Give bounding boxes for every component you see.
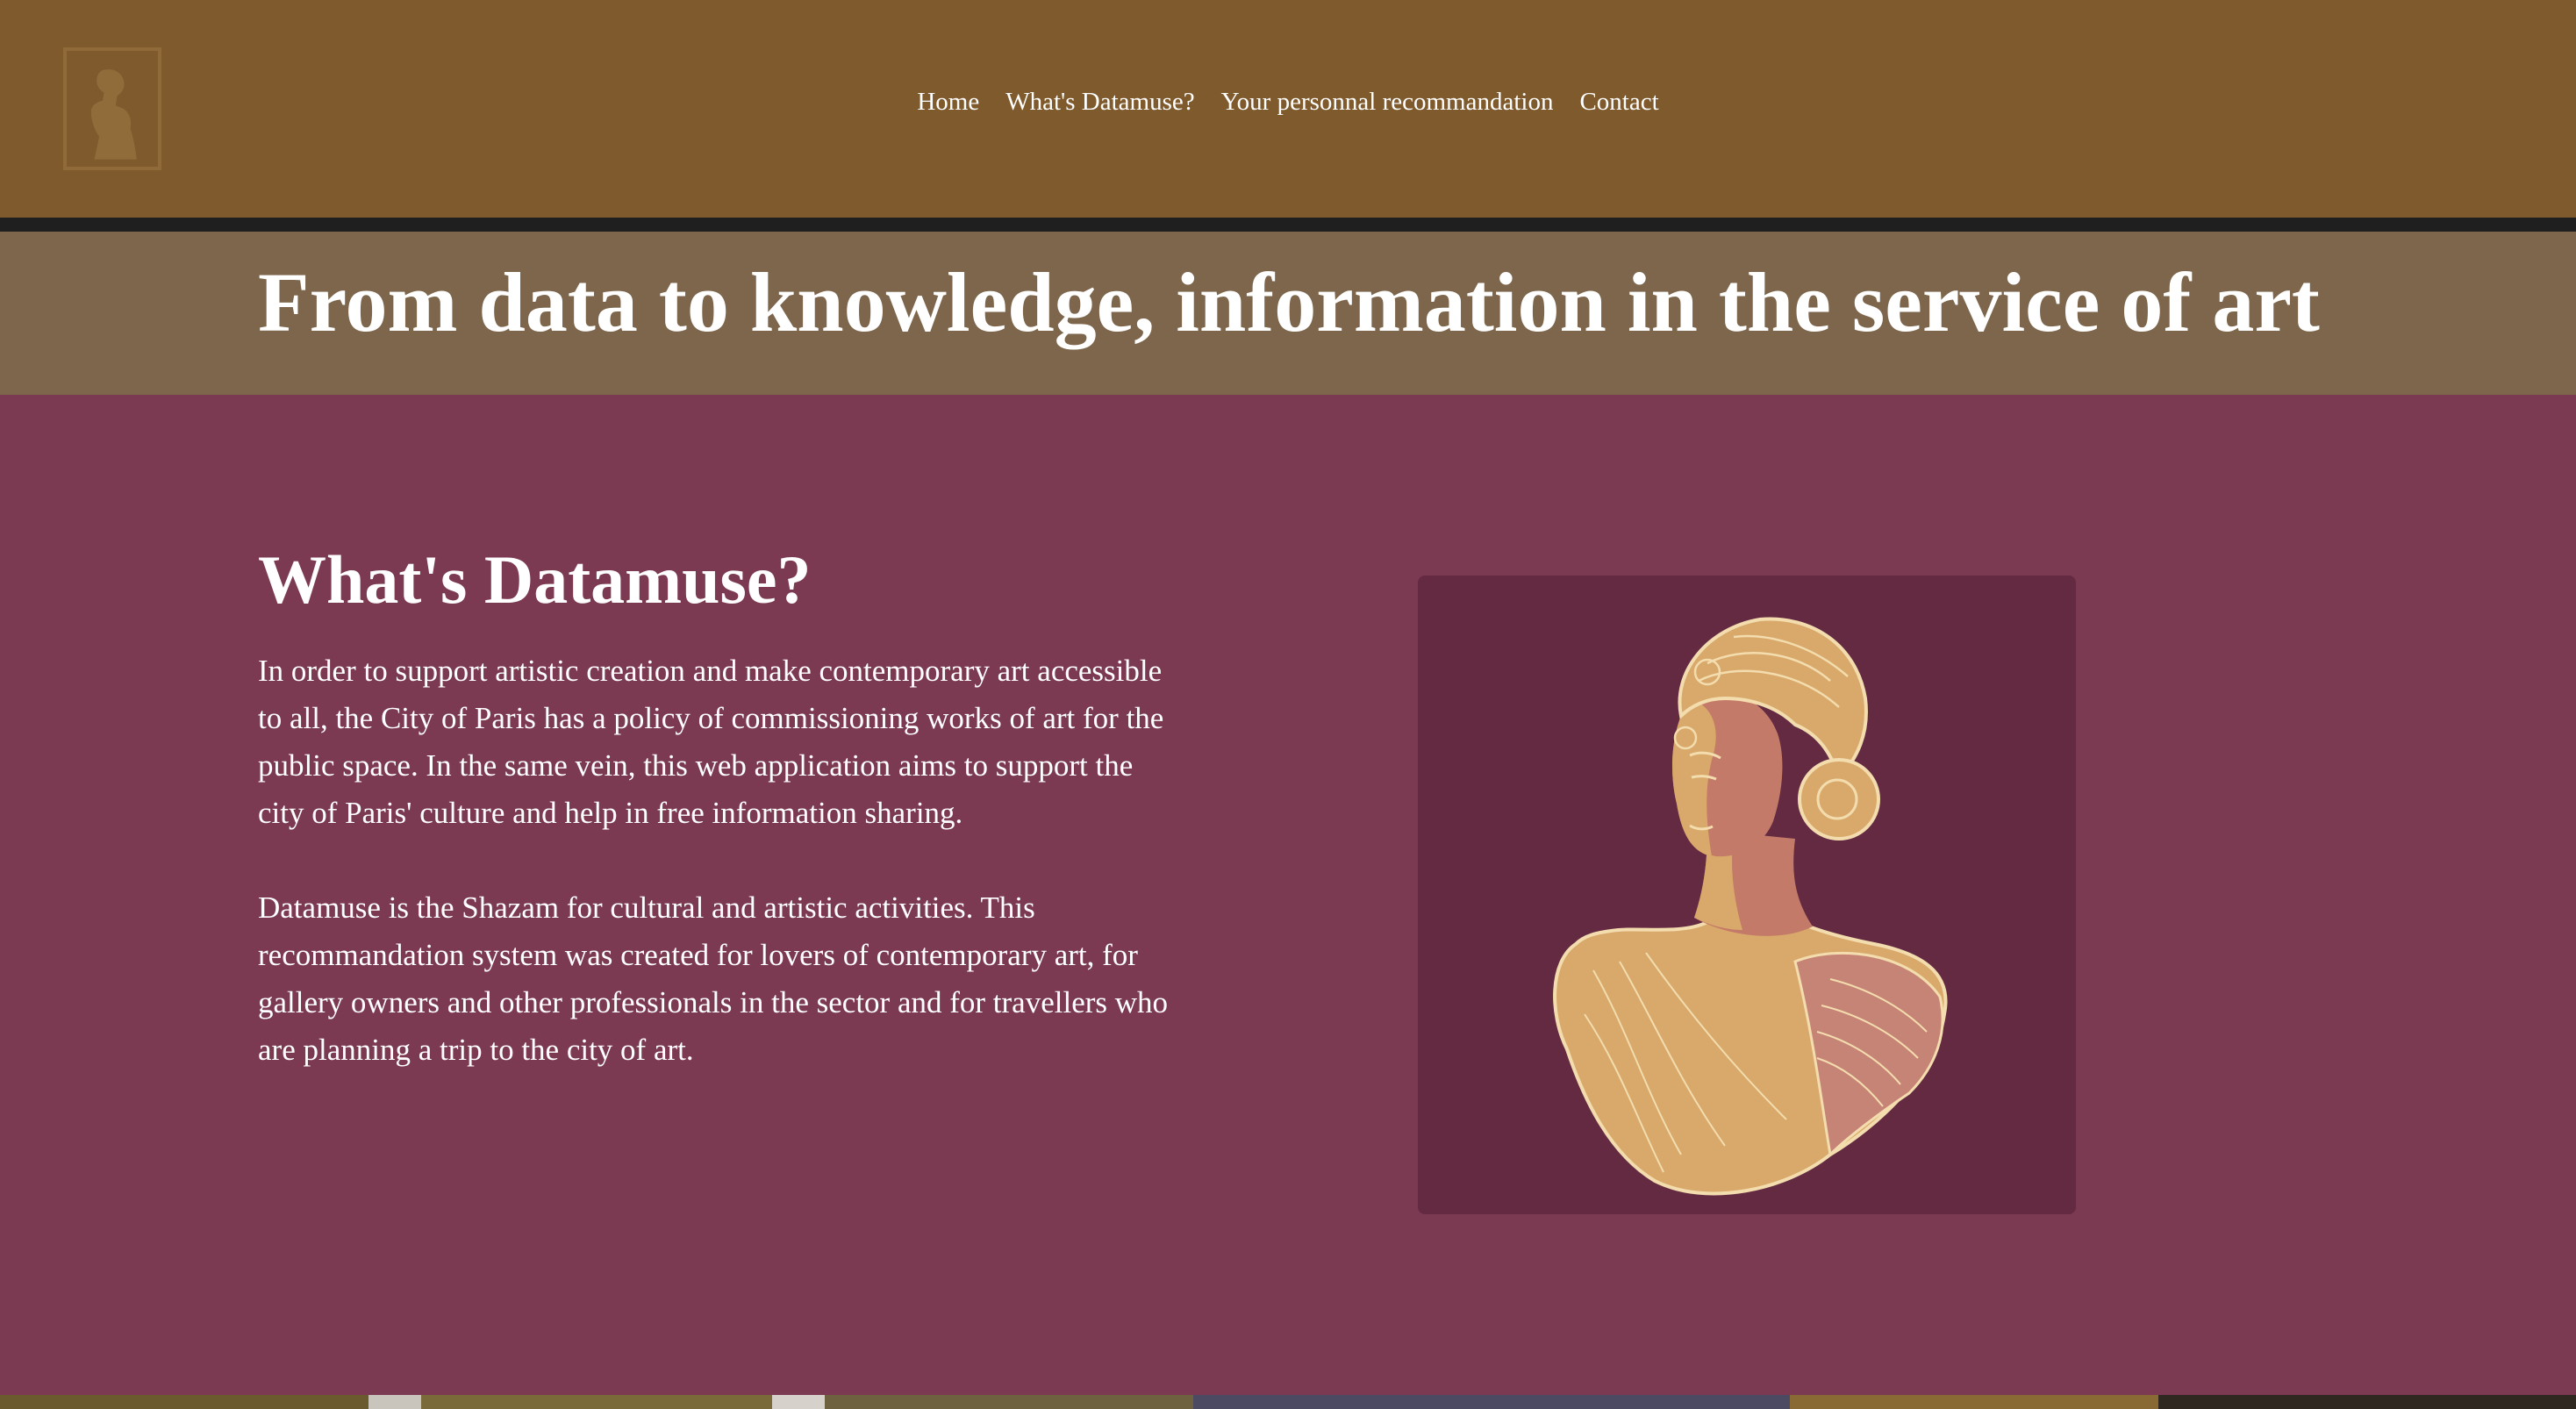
main-nav: Home What's Datamuse? Your personnal rec… — [0, 88, 2576, 117]
about-paragraph-2: Datamuse is the Shazam for cultural and … — [258, 890, 1169, 1067]
bust-illustration-icon — [1553, 617, 1948, 1196]
bust-illustration — [1418, 576, 2076, 1214]
about-paragraph-1: In order to support artistic creation an… — [258, 654, 1164, 830]
nav-home[interactable]: Home — [917, 88, 979, 117]
site-header: Home What's Datamuse? Your personnal rec… — [0, 0, 2576, 218]
hero-title: From data to knowledge, information in t… — [258, 255, 2320, 349]
about-text: In order to support artistic creation an… — [258, 647, 1170, 1074]
header-divider — [0, 218, 2576, 232]
nav-whats-datamuse[interactable]: What's Datamuse? — [1005, 88, 1194, 117]
about-section: What's Datamuse? In order to support art… — [0, 395, 2576, 1395]
about-heading: What's Datamuse? — [258, 541, 812, 618]
gallery-strip-preview — [0, 1395, 2576, 1409]
nav-contact[interactable]: Contact — [1579, 88, 1658, 117]
hero-banner: From data to knowledge, information in t… — [0, 232, 2576, 395]
nav-personal-recommendation[interactable]: Your personnal recommandation — [1221, 88, 1554, 117]
